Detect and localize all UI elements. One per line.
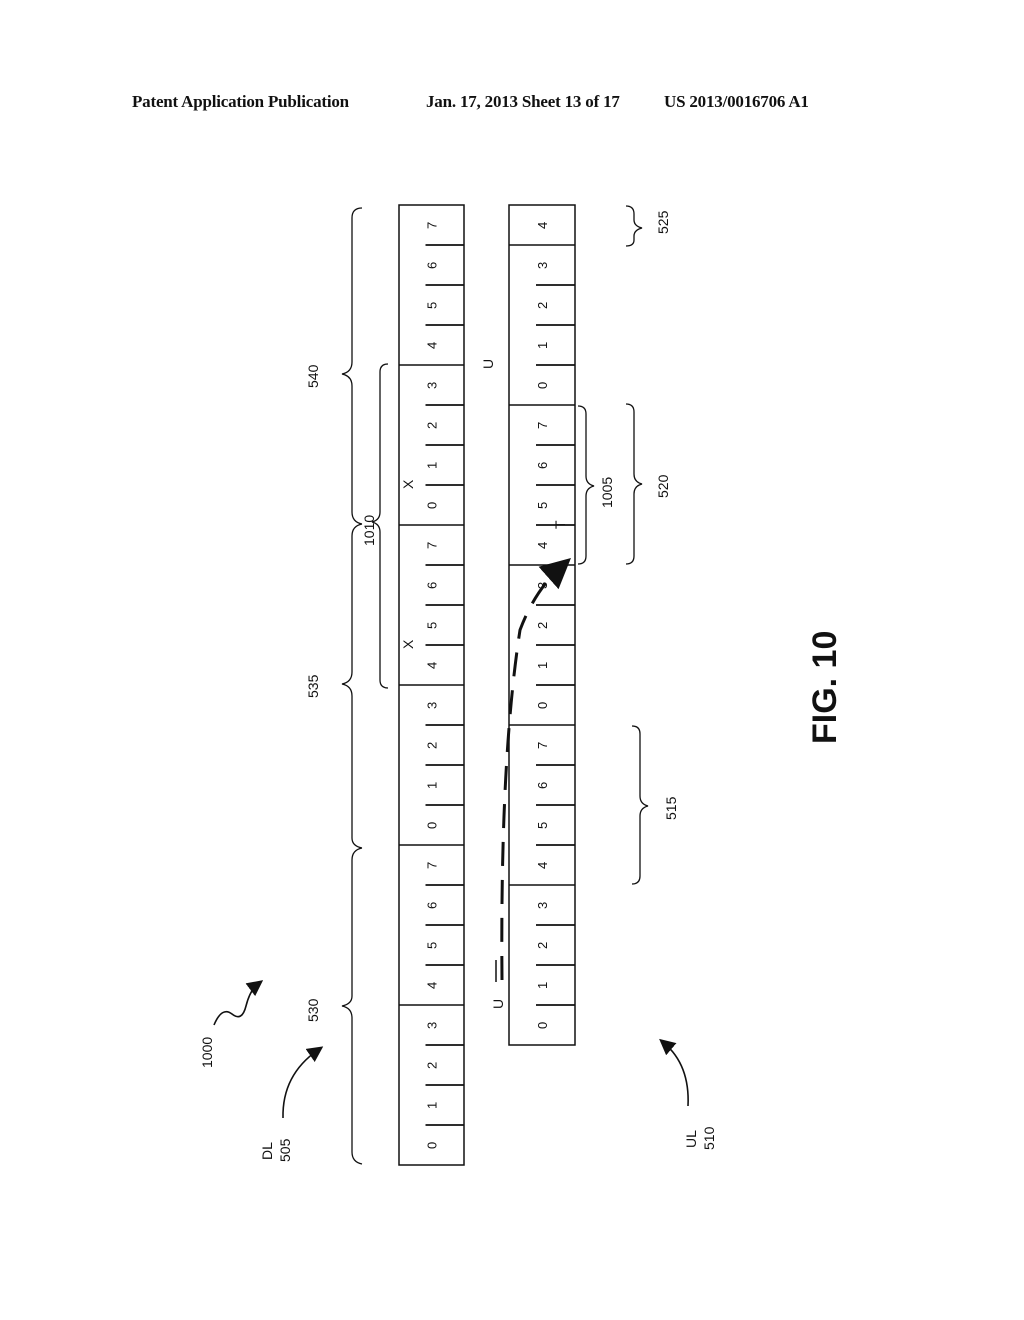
dl-subframe-6: 6 <box>425 902 440 909</box>
ul-subframe-5: 5 <box>535 822 550 829</box>
ref-525: 525 <box>655 210 671 234</box>
dl-subframe-7: 7 <box>425 862 440 869</box>
frame-braces <box>341 205 649 1165</box>
brace-515 <box>631 725 649 885</box>
dl-marker-x: X <box>400 639 416 649</box>
ul-subframe-18: 2 <box>535 302 550 309</box>
ref-530: 530 <box>305 998 321 1022</box>
ul-subframe-15: 7 <box>535 422 550 429</box>
ul-subframe-6: 6 <box>535 782 550 789</box>
dl-subframe-12: 4 <box>425 662 440 669</box>
dl-label: DL <box>259 1142 275 1160</box>
dl-subframe-19: 3 <box>425 382 440 389</box>
ul-label: UL <box>683 1130 699 1148</box>
downlink-frames: 0 1 2 3 4 5 6 7 0 1 2 3 4 5 6 7 0 1 2 3 4 5 6 7 X X <box>398 204 465 1166</box>
ul-subframe-16: 0 <box>535 382 550 389</box>
ul-subframe-13: 5 <box>535 502 550 509</box>
dl-subframe-23: 7 <box>425 222 440 229</box>
dl-subframe-21: 5 <box>425 302 440 309</box>
ul-subframe-2: 2 <box>535 942 550 949</box>
ref-1005: 1005 <box>599 477 615 508</box>
ref-1010: 1010 <box>361 515 377 546</box>
brace-520 <box>625 403 643 565</box>
brace-530 <box>341 847 363 1165</box>
dl-subframe-0: 0 <box>425 1142 440 1149</box>
dl-subframe-2: 2 <box>425 1062 440 1069</box>
brace-540 <box>341 207 363 525</box>
ul-subframe-4: 4 <box>535 862 550 869</box>
ul-subframe-10: 2 <box>535 622 550 629</box>
ul-subframe-19: 3 <box>535 262 550 269</box>
figure-ref-squiggle <box>213 980 264 1026</box>
dl-ref: 505 <box>277 1138 293 1162</box>
dl-subframe-16: 0 <box>425 502 440 509</box>
dl-marker-x: X <box>400 479 416 489</box>
figure-title: FIG. 10 <box>806 631 844 744</box>
ref-535: 535 <box>305 674 321 698</box>
dl-subframe-13: 5 <box>425 622 440 629</box>
dl-subframe-14: 6 <box>425 582 440 589</box>
ul-subframe-12: 4 <box>535 542 550 549</box>
ul-marker-u: U <box>480 359 496 369</box>
figure-10-drawing: 0 1 2 3 4 5 6 7 0 1 2 3 4 5 6 7 0 1 2 3 4 5 6 7 X X 0 1 2 3 4 5 6 7 0 1 2 3 4… <box>199 204 844 1166</box>
ul-subframe-14: 6 <box>535 462 550 469</box>
ul-subframe-1: 1 <box>535 982 550 989</box>
dl-subframe-3: 3 <box>425 1022 440 1029</box>
ul-marker-t: T <box>552 520 568 529</box>
ref-515: 515 <box>663 796 679 820</box>
dl-subframe-11: 3 <box>425 702 440 709</box>
dl-pointer-arrow <box>282 1046 324 1119</box>
dl-subframe-1: 1 <box>425 1102 440 1109</box>
dl-subframe-15: 7 <box>425 542 440 549</box>
ul-subframe-20: 4 <box>535 222 550 229</box>
brace-535 <box>341 523 363 849</box>
dl-subframe-5: 5 <box>425 942 440 949</box>
brace-525 <box>625 205 643 247</box>
ul-subframe-0: 0 <box>535 1022 550 1029</box>
dl-subframe-22: 6 <box>425 262 440 269</box>
dl-subframe-17: 1 <box>425 462 440 469</box>
ul-subframe-7: 7 <box>535 742 550 749</box>
ul-ref: 510 <box>701 1126 717 1150</box>
dl-subframe-9: 1 <box>425 782 440 789</box>
dl-subframe-20: 4 <box>425 342 440 349</box>
dl-subframe-10: 2 <box>425 742 440 749</box>
uplink-frames: 012345670123456701234UTU <box>480 204 576 1046</box>
ref-1000: 1000 <box>199 1037 215 1068</box>
brace-1005 <box>577 405 595 565</box>
dl-subframe-8: 0 <box>425 822 440 829</box>
ul-subframe-9: 1 <box>535 662 550 669</box>
ul-pointer-arrow <box>659 1038 689 1107</box>
ref-540: 540 <box>305 364 321 388</box>
ul-subframe-8: 0 <box>535 702 550 709</box>
ul-marker-u: U <box>490 999 506 1009</box>
dl-subframe-4: 4 <box>425 982 440 989</box>
dashed-assignment-curve <box>500 558 571 981</box>
ul-subframe-3: 3 <box>535 902 550 909</box>
dl-subframe-18: 2 <box>425 422 440 429</box>
ref-520: 520 <box>655 474 671 498</box>
ul-subframe-17: 1 <box>535 342 550 349</box>
